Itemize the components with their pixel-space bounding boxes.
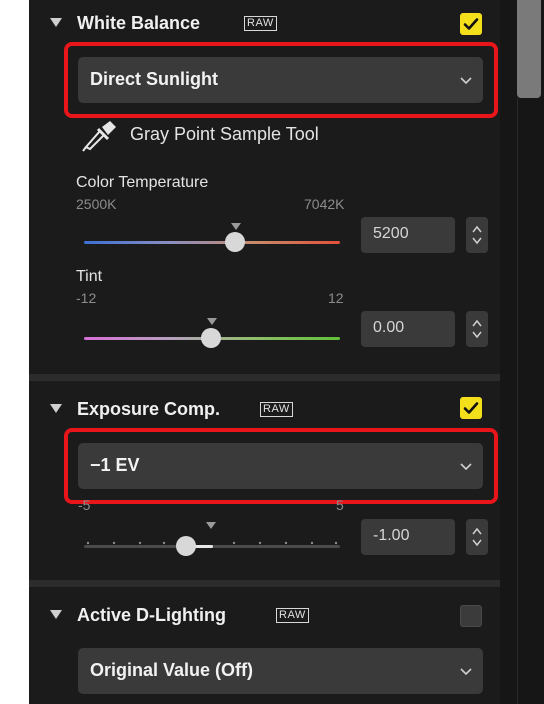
white-balance-title: White Balance (77, 13, 201, 33)
active-d-lighting-preset-dropdown[interactable]: Original Value (Off) (78, 648, 483, 694)
color-temperature-value: 5200 (373, 225, 409, 242)
section-divider (29, 580, 500, 587)
active-d-lighting-enable-checkbox[interactable] (460, 605, 482, 627)
gray-point-sample-tool-label[interactable]: Gray Point Sample Tool (130, 124, 319, 145)
exposure-comp-stepper-icon[interactable] (466, 519, 488, 555)
scrollbar-divider (517, 98, 518, 704)
raw-badge: RAW (276, 608, 309, 623)
color-temperature-slider-knob[interactable] (225, 232, 245, 252)
tint-input[interactable]: 0.00 (361, 311, 455, 347)
default-marker-icon (231, 223, 241, 230)
scrollbar-track[interactable] (500, 0, 544, 704)
color-temperature-min: 2500K (76, 196, 117, 212)
collapse-triangle-icon[interactable] (50, 18, 62, 27)
collapse-triangle-icon[interactable] (50, 610, 62, 619)
raw-badge: RAW (260, 402, 293, 417)
exposure-comp-tick-marks (86, 541, 338, 545)
exposure-comp-min: -5 (78, 497, 91, 513)
tint-value: 0.00 (373, 319, 405, 336)
section-divider (29, 374, 500, 381)
chevron-down-icon (460, 668, 472, 676)
exposure-comp-max: 5 (336, 497, 344, 513)
raw-badge: RAW (244, 16, 277, 31)
highlight-outline (64, 428, 498, 504)
tint-label: Tint (76, 268, 103, 285)
exposure-comp-slider-knob[interactable] (176, 536, 196, 556)
tint-stepper-icon[interactable] (466, 311, 488, 347)
exposure-comp-enable-checkbox[interactable] (460, 397, 482, 419)
collapse-triangle-icon[interactable] (50, 404, 62, 413)
tint-min: -12 (76, 290, 97, 306)
active-d-lighting-title: Active D-Lighting (77, 605, 226, 625)
highlight-outline (64, 42, 498, 118)
eyedropper-icon[interactable] (78, 117, 120, 153)
color-temperature-label: Color Temperature (76, 174, 209, 191)
scrollbar-thumb[interactable] (517, 0, 541, 98)
checkmark-icon (463, 18, 479, 30)
white-balance-enable-checkbox[interactable] (460, 13, 482, 35)
exposure-comp-value: -1.00 (373, 527, 410, 544)
default-marker-icon (206, 522, 216, 529)
checkmark-icon (463, 402, 479, 414)
color-temperature-input[interactable]: 5200 (361, 217, 455, 253)
exposure-comp-input[interactable]: -1.00 (361, 519, 455, 555)
exposure-comp-title: Exposure Comp. (77, 399, 221, 419)
color-temperature-stepper-icon[interactable] (466, 217, 488, 253)
dropdown-value: Original Value (Off) (90, 660, 254, 680)
color-temperature-max: 7042K (304, 196, 345, 212)
default-marker-icon (207, 318, 217, 325)
color-temperature-slider-track[interactable] (84, 241, 340, 244)
tint-max: 12 (328, 290, 344, 306)
tint-slider-knob[interactable] (201, 328, 221, 348)
